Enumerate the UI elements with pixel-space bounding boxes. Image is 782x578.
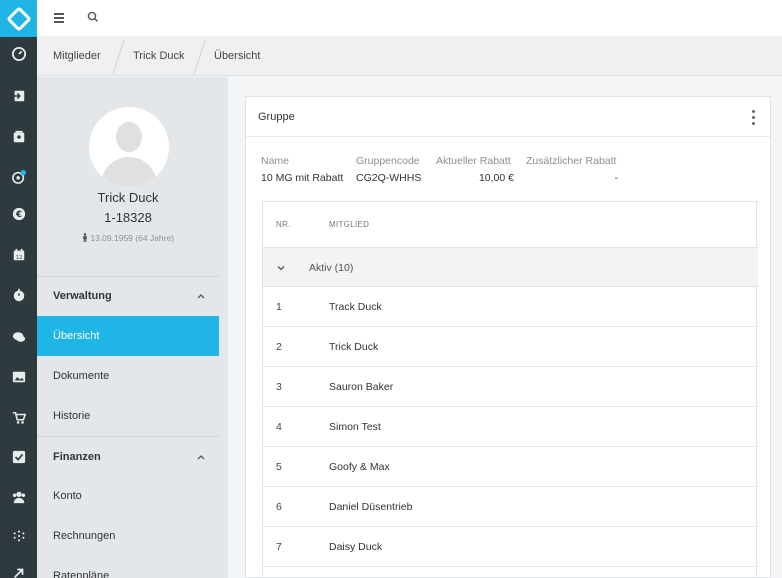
table-row: 6 Daniel Düsentrieb bbox=[263, 487, 758, 527]
member-table: NR. MITGLIED Aktiv (10) 1 Track Duck 2 T… bbox=[262, 201, 758, 577]
svg-text:12: 12 bbox=[15, 255, 22, 261]
nav-item-uebersicht[interactable]: Übersicht bbox=[37, 316, 219, 356]
avatar bbox=[89, 107, 169, 187]
member-name[interactable]: Sauron Baker bbox=[329, 367, 393, 407]
diamond-logo-icon[interactable] bbox=[0, 0, 37, 37]
table-row: 4 Simon Test bbox=[263, 407, 758, 447]
column-header-nr: NR. bbox=[276, 220, 291, 229]
breadcrumb: Mitglieder Trick Duck Übersicht bbox=[37, 36, 782, 76]
table-row: 3 Sauron Baker bbox=[263, 367, 758, 407]
cart-icon[interactable] bbox=[0, 407, 37, 429]
chevron-down-icon bbox=[277, 266, 285, 271]
login-icon[interactable] bbox=[0, 85, 37, 107]
member-name[interactable]: Trick Duck bbox=[329, 327, 378, 367]
nav-item-rechnungen[interactable]: Rechnungen bbox=[37, 516, 219, 556]
nav-section-finanzen[interactable]: Finanzen bbox=[37, 437, 219, 477]
profile-name: Trick Duck bbox=[97, 190, 159, 205]
table-row: 1 Track Duck bbox=[263, 287, 758, 327]
breadcrumb-member[interactable]: Trick Duck bbox=[133, 36, 185, 76]
contact-card-icon[interactable] bbox=[0, 126, 37, 148]
image-icon[interactable] bbox=[0, 366, 37, 388]
group-name-value: 10 MG mit Rabatt bbox=[261, 172, 344, 184]
table-row: 2 Trick Duck bbox=[263, 327, 758, 367]
nav-item-dokumente[interactable]: Dokumente bbox=[37, 356, 219, 396]
euro-icon[interactable]: € bbox=[0, 203, 37, 225]
table-row: 5 Goofy & Max bbox=[263, 447, 758, 487]
nav-item-konto[interactable]: Konto bbox=[37, 476, 219, 516]
group-code-label: Gruppencode bbox=[356, 155, 420, 167]
nav-section-verwaltung[interactable]: Verwaltung bbox=[37, 276, 219, 316]
current-discount-label: Aktueller Rabatt bbox=[436, 155, 511, 167]
table-row: 7 Daisy Duck bbox=[263, 527, 758, 567]
group-panel: Gruppe Name 10 MG mit Rabatt Gruppencode… bbox=[245, 96, 771, 578]
profile-birthdate: 13.09.1959 (64 Jahre) bbox=[37, 233, 219, 243]
member-name[interactable]: Goofy & Max bbox=[329, 447, 390, 487]
group-row-active[interactable]: Aktiv (10) bbox=[263, 247, 758, 287]
breadcrumb-separator bbox=[193, 40, 206, 74]
top-bar bbox=[37, 0, 782, 36]
nav-item-ratenplaene[interactable]: Ratenpläne bbox=[37, 556, 219, 578]
member-name[interactable]: Track Duck bbox=[329, 287, 382, 327]
member-name[interactable]: Simon Test bbox=[329, 407, 381, 447]
calendar-icon[interactable]: 12 bbox=[0, 244, 37, 266]
arrow-icon[interactable] bbox=[0, 562, 37, 578]
column-header-member: MITGLIED bbox=[329, 220, 370, 229]
stopwatch-icon[interactable] bbox=[0, 284, 37, 306]
breadcrumb-current: Übersicht bbox=[214, 50, 261, 62]
extra-discount-label: Zusätzlicher Rabatt bbox=[526, 155, 617, 167]
group-code-value: CG2Q-WHHS bbox=[356, 172, 422, 184]
chat-icon[interactable] bbox=[0, 326, 37, 348]
nav-item-historie[interactable]: Historie bbox=[37, 396, 219, 436]
group-icon[interactable] bbox=[0, 486, 37, 508]
target-icon[interactable] bbox=[0, 166, 37, 188]
person-icon bbox=[83, 233, 87, 242]
current-discount-value: 10,00 € bbox=[478, 172, 514, 184]
profile-sidebar: Trick Duck 1-18328 13.09.1959 (64 Jahre)… bbox=[37, 77, 228, 578]
breadcrumb-separator bbox=[112, 40, 125, 74]
icon-rail: € 12 bbox=[0, 0, 37, 578]
checkbox-icon[interactable] bbox=[0, 446, 37, 468]
group-name-label: Name bbox=[261, 155, 290, 167]
panel-title: Gruppe bbox=[258, 111, 295, 123]
member-name[interactable]: Daisy Duck bbox=[329, 527, 382, 567]
svg-text:€: € bbox=[14, 210, 21, 220]
breadcrumb-mitglieder[interactable]: Mitglieder bbox=[53, 36, 101, 76]
menu-icon[interactable] bbox=[53, 11, 67, 25]
extra-discount-value: - bbox=[614, 172, 619, 184]
member-name[interactable]: Daniel Düsentrieb bbox=[329, 487, 412, 527]
search-icon[interactable] bbox=[85, 9, 101, 25]
chevron-up-icon bbox=[197, 455, 205, 460]
dashboard-icon[interactable] bbox=[0, 43, 37, 65]
chevron-up-icon bbox=[197, 294, 205, 299]
profile-member-id: 1-18328 bbox=[104, 210, 152, 225]
kebab-menu-icon[interactable] bbox=[752, 109, 756, 125]
dots-icon[interactable] bbox=[0, 525, 37, 547]
